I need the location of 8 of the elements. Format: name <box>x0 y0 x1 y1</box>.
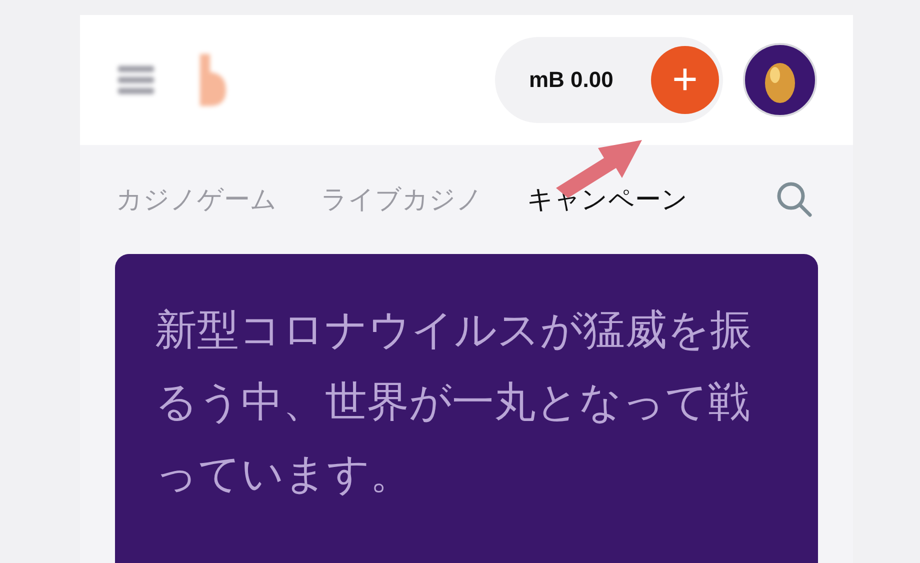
nav-tab[interactable]: カジノゲーム <box>116 180 277 219</box>
balance-amount: mB 0.00 <box>529 66 614 94</box>
nav-tab[interactable]: ライブカジノ <box>321 180 483 219</box>
banner-text: 新型コロナウイルスが猛威を振るう中、世界が一丸となって戦っています。 <box>155 304 753 499</box>
search-icon[interactable] <box>775 180 813 218</box>
balance-pill[interactable]: mB 0.00 + <box>495 36 723 123</box>
deposit-button[interactable]: + <box>651 46 719 114</box>
avatar-icon[interactable] <box>743 42 817 117</box>
